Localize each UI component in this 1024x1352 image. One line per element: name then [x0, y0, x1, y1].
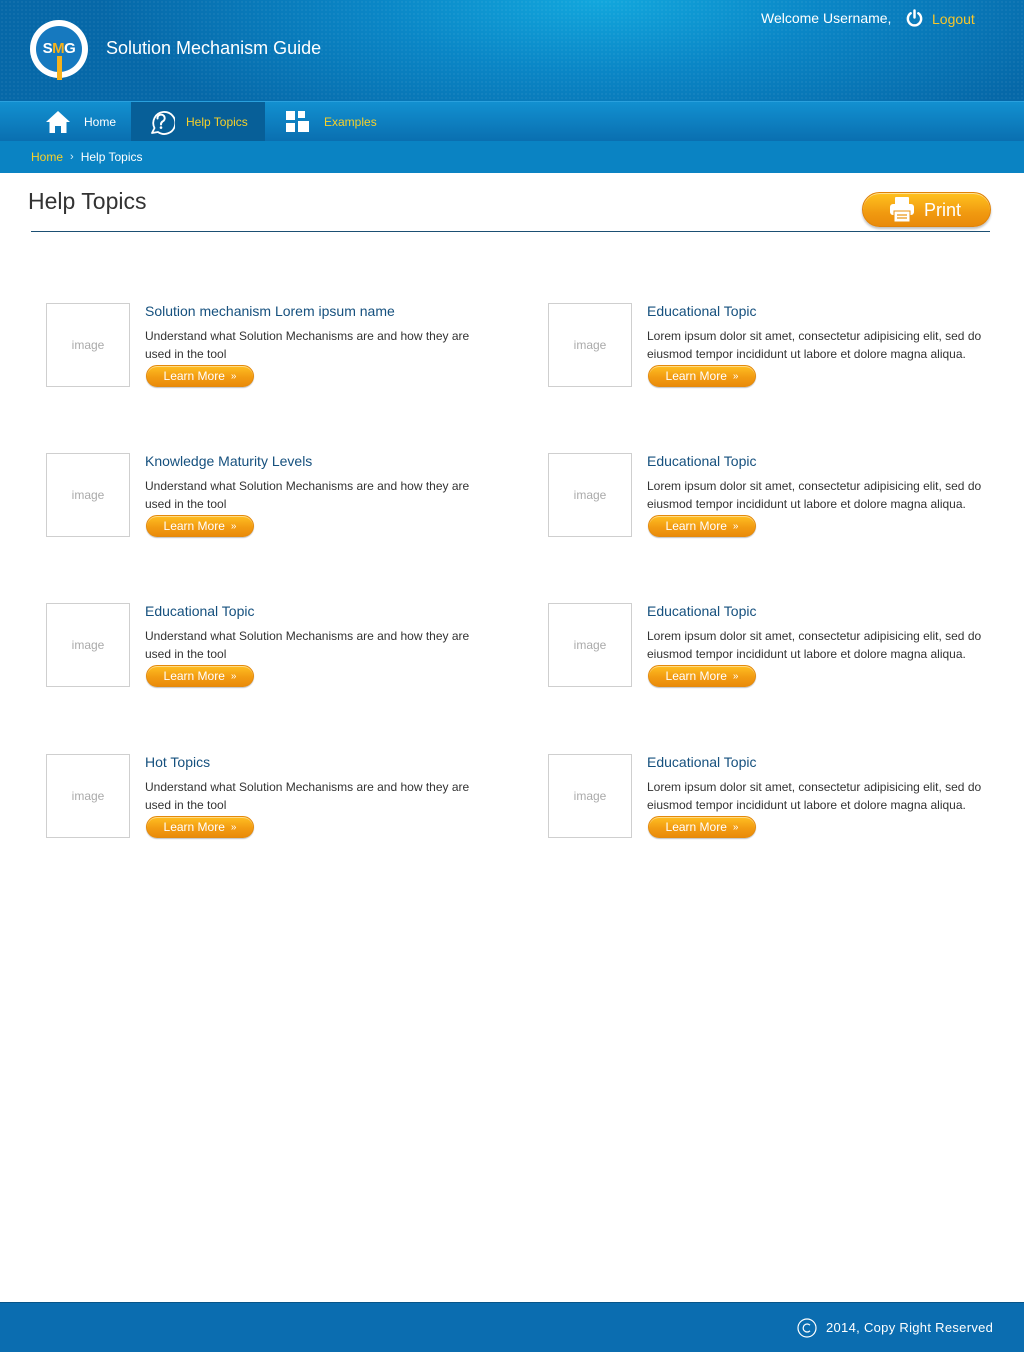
- double-chevron-right-icon: »: [732, 520, 739, 532]
- chevron-right-icon: ›: [70, 151, 74, 163]
- topic-description: Lorem ipsum dolor sit amet, consectetur …: [647, 780, 982, 812]
- topic-description: Lorem ipsum dolor sit amet, consectetur …: [647, 329, 982, 361]
- nav-item-home[interactable]: Home: [30, 102, 130, 142]
- copyright-icon: [797, 1318, 817, 1338]
- topic-card: image Educational Topic Lorem ipsum dolo…: [548, 603, 998, 703]
- learn-more-label: Learn More: [163, 519, 225, 533]
- title-divider: [31, 231, 990, 232]
- nav-label-home: Home: [84, 115, 117, 129]
- topic-title[interactable]: Knowledge Maturity Levels: [145, 453, 312, 469]
- learn-more-button[interactable]: Learn More »: [648, 365, 756, 387]
- learn-more-label: Learn More: [665, 820, 727, 834]
- nav-item-help-topics[interactable]: Help Topics: [131, 102, 265, 142]
- print-label: Print: [924, 200, 962, 220]
- topic-card: image Educational Topic Lorem ipsum dolo…: [548, 303, 998, 403]
- topic-card: image Educational Topic Lorem ipsum dolo…: [548, 453, 998, 553]
- breadcrumb: Home › Help Topics: [0, 141, 1024, 173]
- help-icon: [151, 111, 175, 135]
- topic-description: Lorem ipsum dolor sit amet, consectetur …: [647, 629, 982, 661]
- footer: 2014, Copy Right Reserved: [0, 1302, 1024, 1352]
- app-header: SMG Solution Mechanism Guide Welcome Use…: [0, 0, 1024, 101]
- double-chevron-right-icon: »: [732, 670, 739, 682]
- power-icon[interactable]: [905, 9, 924, 28]
- logo-text: SMG: [42, 40, 76, 57]
- topic-description: Understand what Solution Mechanisms are …: [145, 329, 470, 361]
- home-icon: [46, 111, 70, 133]
- nav-label-examples: Examples: [324, 115, 377, 129]
- copyright-text: 2014, Copy Right Reserved: [826, 1320, 994, 1335]
- topic-description: Understand what Solution Mechanisms are …: [145, 479, 470, 511]
- topic-description: Lorem ipsum dolor sit amet, consectetur …: [647, 479, 982, 511]
- double-chevron-right-icon: »: [230, 670, 237, 682]
- nav-item-examples[interactable]: Examples: [268, 102, 398, 142]
- topic-image: image: [46, 453, 130, 537]
- topic-title[interactable]: Educational Topic: [647, 303, 756, 319]
- learn-more-label: Learn More: [665, 519, 727, 533]
- grid-icon: [286, 111, 309, 132]
- print-button[interactable]: Print: [862, 192, 991, 227]
- topic-card: image Solution mechanism Lorem ipsum nam…: [46, 303, 496, 403]
- topic-card: image Educational Topic Lorem ipsum dolo…: [548, 754, 998, 854]
- learn-more-button[interactable]: Learn More »: [146, 365, 254, 387]
- double-chevron-right-icon: »: [732, 370, 739, 382]
- breadcrumb-current: Help Topics: [80, 150, 143, 164]
- printer-icon: [890, 197, 914, 223]
- topic-image: image: [46, 754, 130, 838]
- learn-more-label: Learn More: [163, 820, 225, 834]
- logout-link[interactable]: Logout: [932, 11, 975, 27]
- learn-more-button[interactable]: Learn More »: [146, 515, 254, 537]
- learn-more-button[interactable]: Learn More »: [146, 665, 254, 687]
- topic-title[interactable]: Educational Topic: [647, 603, 756, 619]
- topic-card: image Hot Topics Understand what Solutio…: [46, 754, 496, 854]
- breadcrumb-home[interactable]: Home: [31, 150, 63, 164]
- double-chevron-right-icon: »: [230, 520, 237, 532]
- nav-label-help-topics: Help Topics: [186, 115, 248, 129]
- topic-title[interactable]: Educational Topic: [647, 754, 756, 770]
- topic-title[interactable]: Solution mechanism Lorem ipsum name: [145, 303, 395, 319]
- topic-image: image: [548, 453, 632, 537]
- logo[interactable]: SMG: [30, 20, 88, 80]
- logo-badge: SMG: [36, 26, 82, 80]
- welcome-text: Welcome Username,: [761, 10, 892, 26]
- double-chevron-right-icon: »: [230, 821, 237, 833]
- topic-image: image: [548, 754, 632, 838]
- topic-image: image: [548, 303, 632, 387]
- topic-title[interactable]: Hot Topics: [145, 754, 210, 770]
- topic-image: image: [548, 603, 632, 687]
- app-title: Solution Mechanism Guide: [106, 38, 322, 58]
- logo-bar: [57, 56, 62, 80]
- learn-more-label: Learn More: [665, 369, 727, 383]
- topic-title[interactable]: Educational Topic: [647, 453, 756, 469]
- learn-more-label: Learn More: [163, 369, 225, 383]
- learn-more-button[interactable]: Learn More »: [648, 816, 756, 838]
- topic-title[interactable]: Educational Topic: [145, 603, 254, 619]
- double-chevron-right-icon: »: [732, 821, 739, 833]
- main-nav: Home Help Topics Examples: [0, 101, 1024, 142]
- topic-image: image: [46, 303, 130, 387]
- learn-more-button[interactable]: Learn More »: [648, 515, 756, 537]
- topic-card: image Educational Topic Understand what …: [46, 603, 496, 703]
- topic-description: Understand what Solution Mechanisms are …: [145, 780, 470, 812]
- topic-image: image: [46, 603, 130, 687]
- double-chevron-right-icon: »: [230, 370, 237, 382]
- learn-more-label: Learn More: [163, 669, 225, 683]
- learn-more-button[interactable]: Learn More »: [648, 665, 756, 687]
- learn-more-label: Learn More: [665, 669, 727, 683]
- learn-more-button[interactable]: Learn More »: [146, 816, 254, 838]
- topic-description: Understand what Solution Mechanisms are …: [145, 629, 470, 661]
- page-title: Help Topics: [28, 188, 147, 214]
- topic-card: image Knowledge Maturity Levels Understa…: [46, 453, 496, 553]
